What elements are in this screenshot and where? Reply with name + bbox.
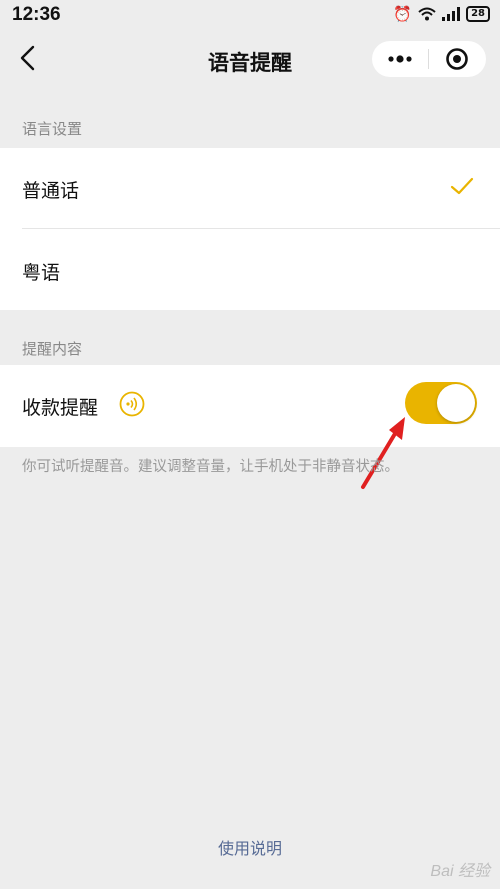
language-option-cantonese[interactable]: 粤语 (0, 230, 500, 310)
more-dots-icon (388, 55, 412, 63)
baidu-watermark: Bai 经验 (430, 863, 490, 880)
language-option-mandarin[interactable]: 普通话 (0, 148, 500, 228)
status-icons: ⏰ 28 (393, 5, 490, 23)
payment-reminder-toggle[interactable] (405, 382, 477, 424)
close-mini-program-button[interactable] (429, 41, 485, 77)
nav-bar: 语音提醒 (0, 35, 500, 85)
signal-icon (442, 7, 461, 21)
language-option-label: 粤语 (22, 262, 61, 284)
language-options-card: 普通话 粤语 (0, 148, 500, 310)
usage-instructions-link[interactable]: 使用说明 (218, 839, 282, 858)
status-time: 12:36 (12, 4, 61, 25)
reminder-hint-text: 你可试听提醒音。建议调整音量，让手机处于非静音状态。 (22, 459, 399, 475)
mini-program-capsule (372, 41, 486, 77)
toggle-knob (437, 384, 475, 422)
alarm-icon: ⏰ (393, 5, 413, 23)
section-label-reminder: 提醒内容 (22, 340, 83, 358)
help-link-container: 使用说明 (0, 835, 500, 859)
status-bar: 12:36 ⏰ 28 (0, 0, 500, 30)
checkmark-icon (450, 177, 474, 195)
more-button[interactable] (372, 41, 428, 77)
language-option-label: 普通话 (22, 180, 80, 202)
back-button[interactable] (14, 43, 44, 73)
chevron-left-icon (20, 45, 35, 71)
section-label-language: 语言设置 (22, 120, 83, 138)
wifi-icon (418, 7, 436, 21)
battery-icon: 28 (466, 6, 490, 22)
payment-reminder-label: 收款提醒 (22, 397, 99, 419)
row-divider (22, 228, 500, 229)
target-close-icon (446, 48, 468, 70)
sound-preview-icon[interactable] (119, 391, 145, 417)
